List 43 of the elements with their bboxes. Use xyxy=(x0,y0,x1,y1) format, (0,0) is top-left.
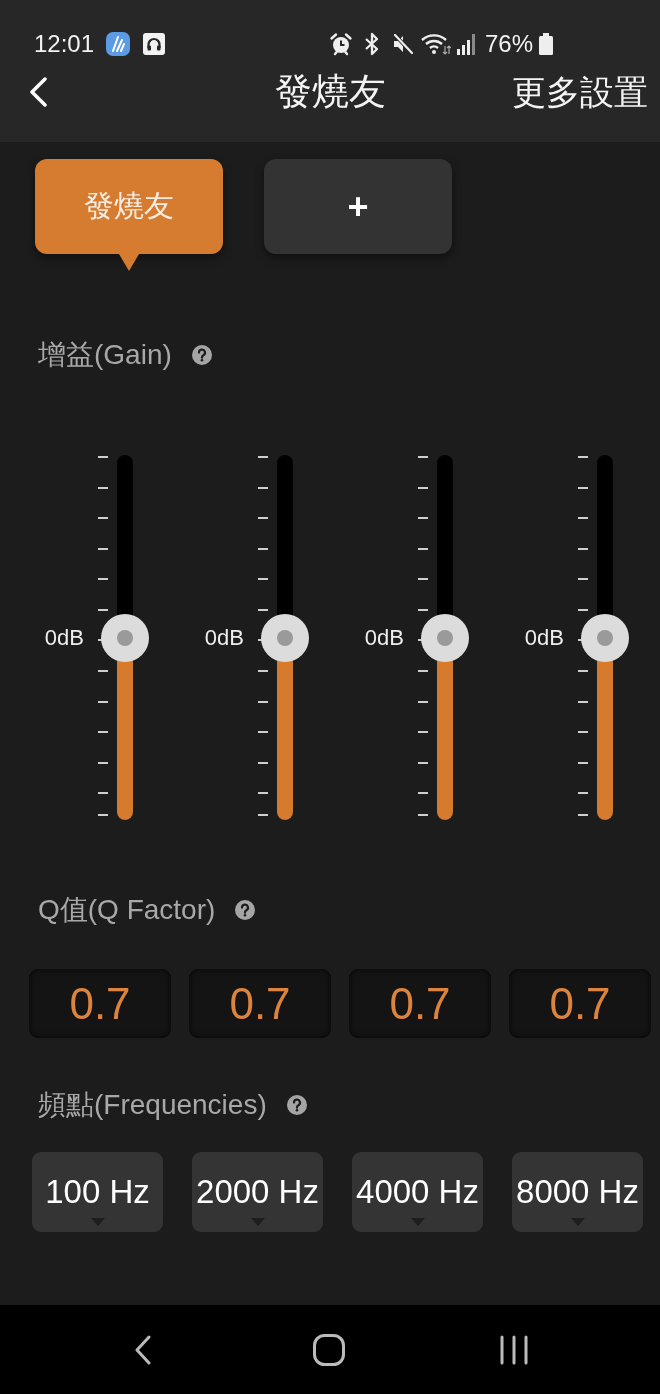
help-icon[interactable] xyxy=(191,345,212,365)
status-time: 12:01 xyxy=(34,30,95,58)
gain-reading: 0dB xyxy=(204,624,244,651)
signal-bars-icon xyxy=(456,33,475,55)
slider-thumb[interactable] xyxy=(421,613,469,662)
back-icon[interactable] xyxy=(28,77,48,107)
help-icon[interactable] xyxy=(235,900,256,920)
section-title: 頻點(Frequencies) xyxy=(38,1088,267,1122)
gain-reading: 0dB xyxy=(524,624,564,651)
frequency-dropdown[interactable]: 100 Hz xyxy=(32,1152,163,1232)
gain-reading: 0dB xyxy=(364,624,404,651)
tab-pointer-icon xyxy=(119,254,139,271)
slider-thumb[interactable] xyxy=(101,613,149,662)
gain-slider[interactable] xyxy=(101,455,149,820)
battery-percent: 76% xyxy=(484,30,533,58)
q-factor-field[interactable]: 0.7 xyxy=(349,969,491,1038)
gain-slider[interactable] xyxy=(421,455,469,820)
q-factor-field[interactable]: 0.7 xyxy=(29,969,171,1038)
alarm-clock-icon xyxy=(328,32,353,56)
battery-icon xyxy=(539,33,553,55)
gain-reading: 0dB xyxy=(44,624,84,651)
gain-slider[interactable] xyxy=(581,455,629,820)
home-icon[interactable] xyxy=(313,1333,345,1366)
help-icon[interactable] xyxy=(286,1095,307,1115)
slider-thumb[interactable] xyxy=(261,613,309,662)
section-title: 增益(Gain) xyxy=(38,338,172,372)
slider-thumb[interactable] xyxy=(581,613,629,662)
section-title: Q值(Q Factor) xyxy=(38,893,216,927)
more-settings-button[interactable]: 更多設置 xyxy=(512,71,648,113)
back-icon[interactable] xyxy=(134,1334,152,1365)
frequency-dropdown[interactable]: 2000 Hz xyxy=(192,1152,323,1232)
recent-apps-icon[interactable] xyxy=(500,1334,528,1365)
frequency-dropdown[interactable]: 4000 Hz xyxy=(352,1152,483,1232)
wifi-icon xyxy=(420,33,451,55)
q-factor-field[interactable]: 0.7 xyxy=(189,969,331,1038)
q-factor-field[interactable]: 0.7 xyxy=(509,969,651,1038)
bluetooth-icon xyxy=(363,32,380,56)
headphones-icon xyxy=(143,33,166,55)
muted-speaker-icon xyxy=(391,33,414,55)
striped-tile-icon xyxy=(106,32,131,56)
gain-slider[interactable] xyxy=(261,455,309,820)
screen-title: 發燒友 xyxy=(274,70,386,114)
frequency-dropdown[interactable]: 8000 Hz xyxy=(512,1152,643,1232)
